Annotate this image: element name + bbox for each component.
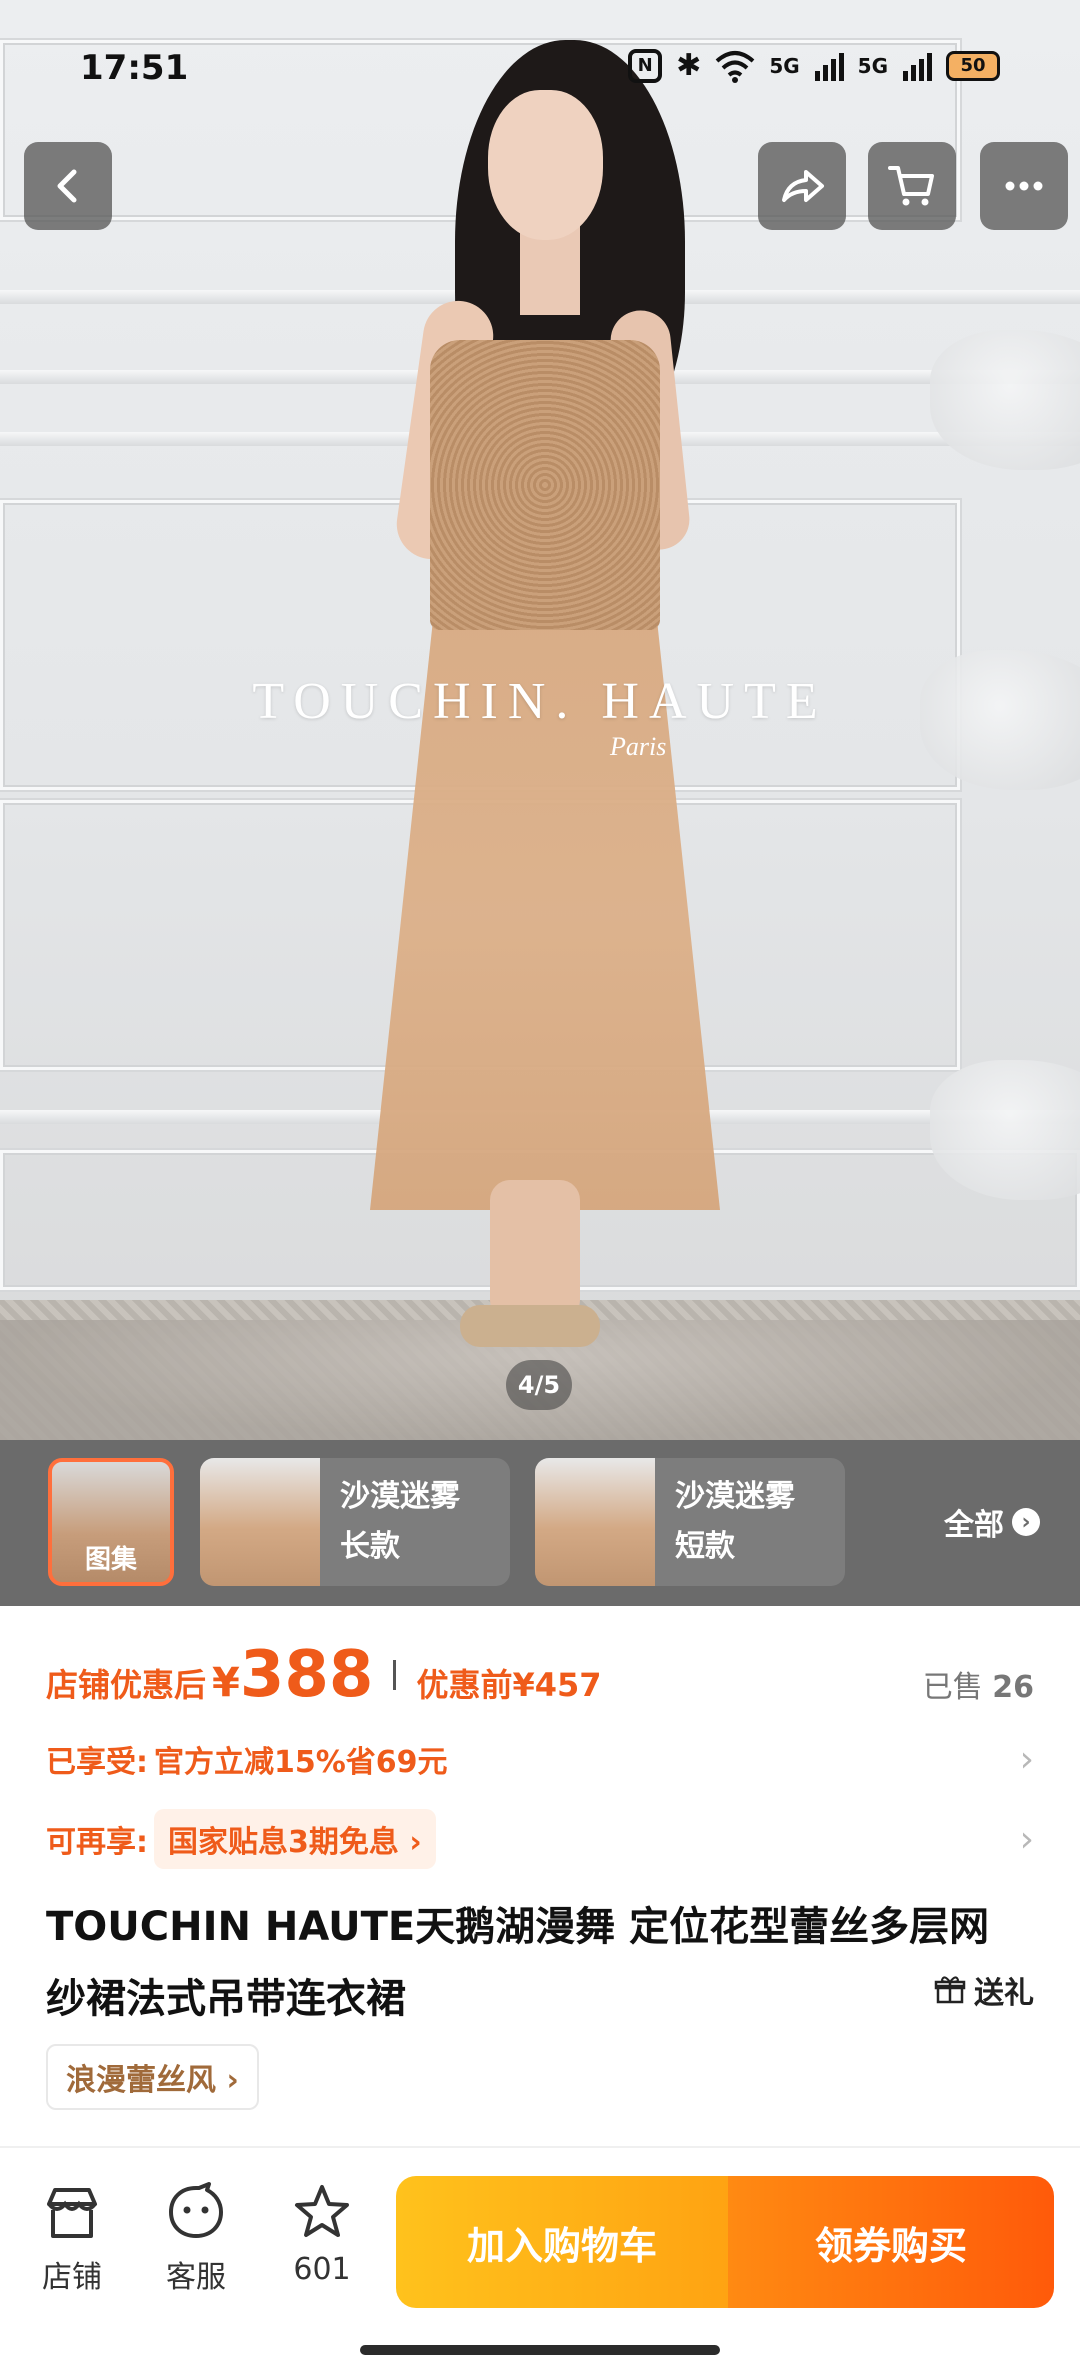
favorite-count: 601: [293, 2252, 351, 2287]
status-bar: 17:51 N ✱ 5G 5G 50: [0, 0, 1080, 130]
bluetooth-icon: ✱: [676, 48, 702, 83]
shop-button[interactable]: 店铺: [22, 2182, 122, 2296]
wifi-icon: [715, 50, 755, 83]
service-label: 客服: [166, 2260, 226, 2295]
variant-option[interactable]: 沙漠迷雾 短款: [535, 1458, 845, 1586]
variant-label: 沙漠迷雾 长款: [320, 1458, 460, 1586]
style-tag[interactable]: 浪漫蕾丝风 ›: [46, 2044, 259, 2110]
variant-strip: 图集 沙漠迷雾 长款 沙漠迷雾 短款 全部 ›: [0, 1440, 1080, 1606]
customer-service-button[interactable]: 客服: [146, 2182, 246, 2296]
bottom-action-bar: 店铺 客服 601 加入购物车 领券购买: [0, 2146, 1080, 2378]
signal-icon: [903, 52, 932, 81]
signal-5g-label: 5G: [857, 53, 888, 78]
gift-button[interactable]: 送礼: [934, 1968, 1034, 2012]
back-button[interactable]: [24, 142, 112, 230]
price-currency: ¥: [212, 1660, 240, 1706]
brand-watermark-sub: Paris: [610, 732, 667, 761]
home-indicator[interactable]: [360, 2345, 720, 2355]
chevron-right-icon: ›: [1019, 1738, 1034, 1780]
installment-tag[interactable]: 国家贴息3期免息 ›: [154, 1809, 436, 1869]
favorite-button[interactable]: 601: [272, 2182, 372, 2287]
variant-image: [200, 1458, 320, 1586]
variant-length: 长款: [340, 1529, 400, 1564]
model-legs: [490, 1180, 580, 1320]
price-amount: 388: [239, 1638, 374, 1712]
promo-more-row[interactable]: 可再享: 国家贴息3期免息 › ›: [46, 1809, 1034, 1869]
nfc-icon: N: [628, 48, 663, 83]
add-to-cart-button[interactable]: 加入购物车: [396, 2176, 728, 2308]
image-counter: 4/5: [506, 1360, 572, 1410]
cart-icon: [888, 166, 934, 206]
shop-label: 店铺: [42, 2260, 102, 2295]
brand-watermark: TOUCHIN. HAUTE: [252, 673, 828, 730]
sold-label: 已售: [922, 1670, 983, 1705]
share-icon: [782, 170, 824, 202]
price-label: 店铺优惠后: [46, 1666, 207, 1704]
chevron-right-icon: ›: [1012, 1508, 1040, 1536]
service-icon: [169, 2182, 223, 2238]
product-title: TOUCHIN HAUTE天鹅湖漫舞 定位花型蕾丝多层网纱裙法式吊带连衣裙: [46, 1904, 990, 2022]
original-price: 优惠前¥457: [416, 1666, 602, 1704]
product-info: 店铺优惠后 ¥ 388 优惠前¥457 已售 26 已享受: 官方立减15%省6…: [0, 1606, 1080, 2166]
star-icon: [295, 2185, 349, 2237]
status-time: 17:51: [80, 48, 189, 88]
variant-option[interactable]: 沙漠迷雾 长款: [200, 1458, 510, 1586]
gift-icon: [934, 1976, 966, 2004]
model-shoe: [460, 1305, 600, 1347]
wall-ornament: [930, 1060, 1080, 1200]
all-variants-label: 全部: [944, 1508, 1004, 1543]
shop-icon: [47, 2188, 97, 2238]
price-row: 店铺优惠后 ¥ 388 优惠前¥457: [46, 1638, 602, 1712]
gift-label: 送礼: [974, 1976, 1034, 2011]
dress-bodice: [430, 340, 660, 630]
share-button[interactable]: [758, 142, 846, 230]
variant-label: 沙漠迷雾 短款: [655, 1458, 795, 1586]
chevron-right-icon: ›: [1019, 1818, 1034, 1860]
all-variants-link[interactable]: 全部 ›: [944, 1500, 1040, 1544]
sold-count: 已售 26: [923, 1662, 1034, 1706]
status-icons: N ✱ 5G 5G 50: [628, 48, 1000, 83]
sold-number: 26: [992, 1670, 1034, 1705]
gallery-thumbnail[interactable]: 图集: [48, 1458, 174, 1586]
variant-name: 沙漠迷雾: [675, 1479, 795, 1514]
cart-button[interactable]: [868, 142, 956, 230]
product-detail-page: TOUCHIN. HAUTE Paris 4/5 17:51 N ✱ 5G 5G: [0, 0, 1080, 2378]
buy-with-coupon-button[interactable]: 领券购买: [728, 2176, 1054, 2308]
variant-name: 沙漠迷雾: [340, 1479, 460, 1514]
signal-icon: [814, 52, 844, 81]
battery-icon: 50: [946, 50, 1000, 81]
promo-more-key: 可再享:: [46, 1825, 148, 1860]
more-icon: [1005, 181, 1043, 191]
signal-5g-label: 5G: [769, 53, 800, 78]
variant-length: 短款: [675, 1529, 735, 1564]
chevron-left-icon: [57, 169, 77, 203]
price-divider: [393, 1660, 397, 1690]
gallery-label: 图集: [84, 1545, 137, 1575]
more-button[interactable]: [980, 142, 1068, 230]
wall-ornament: [930, 330, 1080, 470]
promo-enjoyed-value: 官方立减15%省69元: [154, 1745, 448, 1780]
promo-enjoyed-key: 已享受:: [46, 1745, 148, 1780]
variant-image: [535, 1458, 655, 1586]
promo-enjoyed-row[interactable]: 已享受: 官方立减15%省69元 ›: [46, 1734, 1034, 1784]
